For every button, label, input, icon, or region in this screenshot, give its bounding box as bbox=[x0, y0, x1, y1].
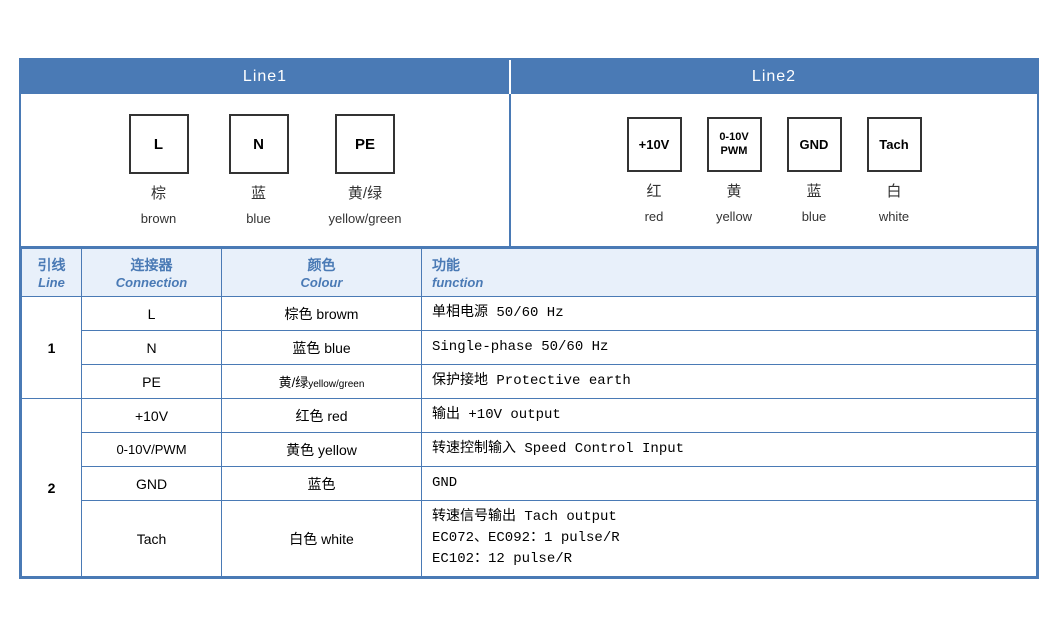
connector-box-GND: GND bbox=[787, 117, 842, 172]
th-colour-cn: 颜色 bbox=[232, 255, 411, 275]
label-cn-L: 棕 bbox=[151, 182, 166, 203]
conn-L: L bbox=[82, 297, 222, 331]
conn-Tach-row: Tach bbox=[82, 501, 222, 577]
th-function: 功能 function bbox=[422, 249, 1037, 297]
colour-L: 棕色 browm bbox=[222, 297, 422, 331]
function-PE: 保护接地 Protective earth bbox=[422, 365, 1037, 399]
function-GND-row: GND bbox=[422, 467, 1037, 501]
diagram-row: L 棕 brown N 蓝 blue PE 黄/绿 yellow/green +… bbox=[21, 94, 1037, 248]
connector-box-PWM: 0-10VPWM bbox=[707, 117, 762, 172]
label-cn-N: 蓝 bbox=[251, 182, 266, 203]
connector-PWM: 0-10VPWM 黄 yellow bbox=[707, 117, 762, 224]
conn-PWM: 0-10V/PWM bbox=[82, 433, 222, 467]
connector-PE: PE 黄/绿 yellow/green bbox=[329, 114, 402, 226]
table-body: 1 L 棕色 browm 单相电源 50/60 Hz N 蓝色 blue Sin… bbox=[22, 297, 1037, 577]
th-line: 引线 Line bbox=[22, 249, 82, 297]
label-en-L: brown bbox=[141, 211, 176, 226]
connector-box-L: L bbox=[129, 114, 189, 174]
table-row: 2 +10V 红色 red 输出 +10V output bbox=[22, 399, 1037, 433]
header-row: Line1 Line2 bbox=[21, 60, 1037, 94]
label-en-10V: red bbox=[645, 209, 664, 224]
label-cn-PE: 黄/绿 bbox=[348, 182, 382, 203]
label-en-N: blue bbox=[246, 211, 271, 226]
function-PWM: 转速控制输入 Speed Control Input bbox=[422, 433, 1037, 467]
th-function-en: function bbox=[432, 275, 1026, 290]
label-en-PE: yellow/green bbox=[329, 211, 402, 226]
label-cn-GND: 蓝 bbox=[806, 180, 821, 201]
label-en-GND: blue bbox=[802, 209, 827, 224]
data-table: 引线 Line 连接器 Connection 颜色 Colour 功能 func… bbox=[21, 248, 1037, 577]
th-connection-cn: 连接器 bbox=[92, 255, 211, 275]
label-cn-10V: 红 bbox=[646, 180, 661, 201]
connector-Tach: Tach 白 white bbox=[867, 117, 922, 224]
table-row: 0-10V/PWM 黄色 yellow 转速控制输入 Speed Control… bbox=[22, 433, 1037, 467]
header-line1: Line1 bbox=[21, 60, 511, 94]
connector-box-PE: PE bbox=[335, 114, 395, 174]
function-N: Single-phase 50/60 Hz bbox=[422, 331, 1037, 365]
th-colour-en: Colour bbox=[232, 275, 411, 290]
label-en-PWM: yellow bbox=[716, 209, 752, 224]
function-10V: 输出 +10V output bbox=[422, 399, 1037, 433]
conn-PE: PE bbox=[82, 365, 222, 399]
label-cn-Tach: 白 bbox=[886, 180, 901, 201]
table-row: 1 L 棕色 browm 单相电源 50/60 Hz bbox=[22, 297, 1037, 331]
table-wrapper: 引线 Line 连接器 Connection 颜色 Colour 功能 func… bbox=[21, 248, 1037, 577]
colour-10V: 红色 red bbox=[222, 399, 422, 433]
diagram-line2: +10V 红 red 0-10VPWM 黄 yellow GND 蓝 blue … bbox=[511, 94, 1037, 246]
connector-10V: +10V 红 red bbox=[627, 117, 682, 224]
function-L: 单相电源 50/60 Hz bbox=[422, 297, 1037, 331]
connector-box-Tach: Tach bbox=[867, 117, 922, 172]
main-container: Line1 Line2 L 棕 brown N 蓝 blue PE 黄/绿 ye… bbox=[19, 58, 1039, 579]
colour-Tach-row: 白色 white bbox=[222, 501, 422, 577]
th-line-en: Line bbox=[32, 275, 71, 290]
th-function-cn: 功能 bbox=[432, 255, 1026, 275]
connector-box-10V: +10V bbox=[627, 117, 682, 172]
colour-PE: 黄/绿yellow/green bbox=[222, 365, 422, 399]
th-line-cn: 引线 bbox=[32, 255, 71, 275]
label-cn-PWM: 黄 bbox=[726, 180, 741, 201]
table-row: GND 蓝色 GND bbox=[22, 467, 1037, 501]
colour-GND-row: 蓝色 bbox=[222, 467, 422, 501]
conn-N: N bbox=[82, 331, 222, 365]
connector-box-N: N bbox=[229, 114, 289, 174]
th-colour: 颜色 Colour bbox=[222, 249, 422, 297]
table-row: N 蓝色 blue Single-phase 50/60 Hz bbox=[22, 331, 1037, 365]
label-en-Tach: white bbox=[879, 209, 909, 224]
connector-GND: GND 蓝 blue bbox=[787, 117, 842, 224]
table-row: Tach 白色 white 转速信号输出 Tach output EC072、E… bbox=[22, 501, 1037, 577]
connector-N: N 蓝 blue bbox=[229, 114, 289, 226]
function-Tach-row: 转速信号输出 Tach output EC072、EC092：1 pulse/R… bbox=[422, 501, 1037, 577]
colour-PWM: 黄色 yellow bbox=[222, 433, 422, 467]
connector-L: L 棕 brown bbox=[129, 114, 189, 226]
colour-N: 蓝色 blue bbox=[222, 331, 422, 365]
table-row: PE 黄/绿yellow/green 保护接地 Protective earth bbox=[22, 365, 1037, 399]
line-number-2: 2 bbox=[22, 399, 82, 577]
line-number-1: 1 bbox=[22, 297, 82, 399]
th-connection-en: Connection bbox=[92, 275, 211, 290]
conn-GND-row: GND bbox=[82, 467, 222, 501]
th-connection: 连接器 Connection bbox=[82, 249, 222, 297]
header-line2: Line2 bbox=[511, 60, 1037, 94]
table-header-row: 引线 Line 连接器 Connection 颜色 Colour 功能 func… bbox=[22, 249, 1037, 297]
diagram-line1: L 棕 brown N 蓝 blue PE 黄/绿 yellow/green bbox=[21, 94, 511, 246]
conn-10V: +10V bbox=[82, 399, 222, 433]
